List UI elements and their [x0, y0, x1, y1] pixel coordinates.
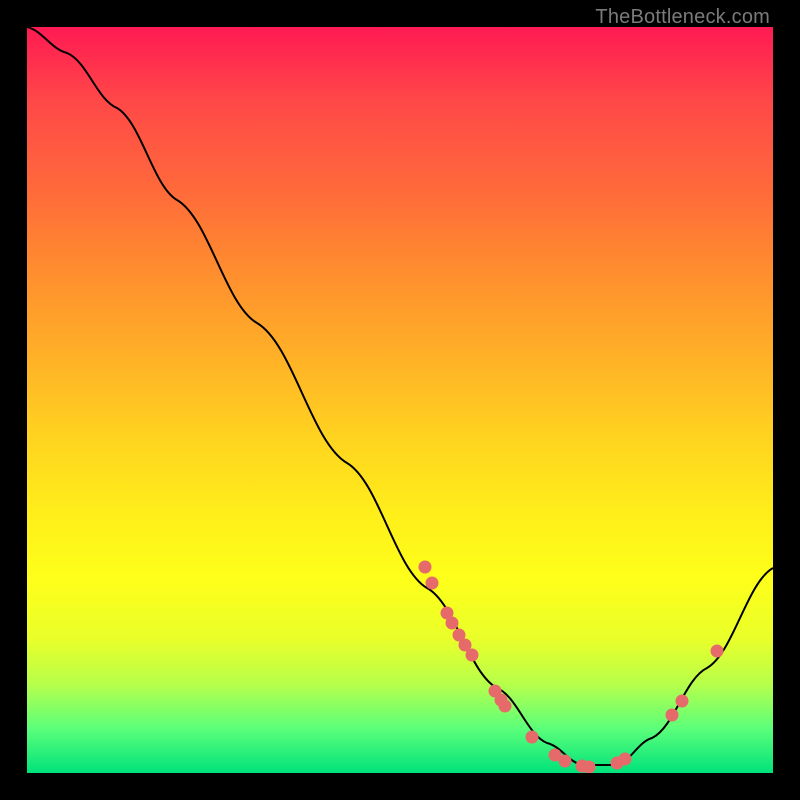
chart-data-point	[619, 753, 632, 766]
chart-data-point	[526, 731, 539, 744]
chart-data-point	[446, 617, 459, 630]
chart-data-point	[711, 645, 724, 658]
watermark-text: TheBottleneck.com	[595, 6, 770, 29]
chart-svg	[27, 27, 773, 773]
chart-curve	[27, 27, 773, 765]
chart-plot-area	[27, 27, 773, 773]
chart-data-point	[559, 755, 572, 768]
chart-data-point	[419, 561, 432, 574]
chart-data-point	[499, 700, 512, 713]
chart-data-point	[666, 709, 679, 722]
chart-data-point	[676, 695, 689, 708]
chart-data-point	[583, 761, 596, 774]
chart-data-point	[426, 577, 439, 590]
chart-data-point	[466, 649, 479, 662]
